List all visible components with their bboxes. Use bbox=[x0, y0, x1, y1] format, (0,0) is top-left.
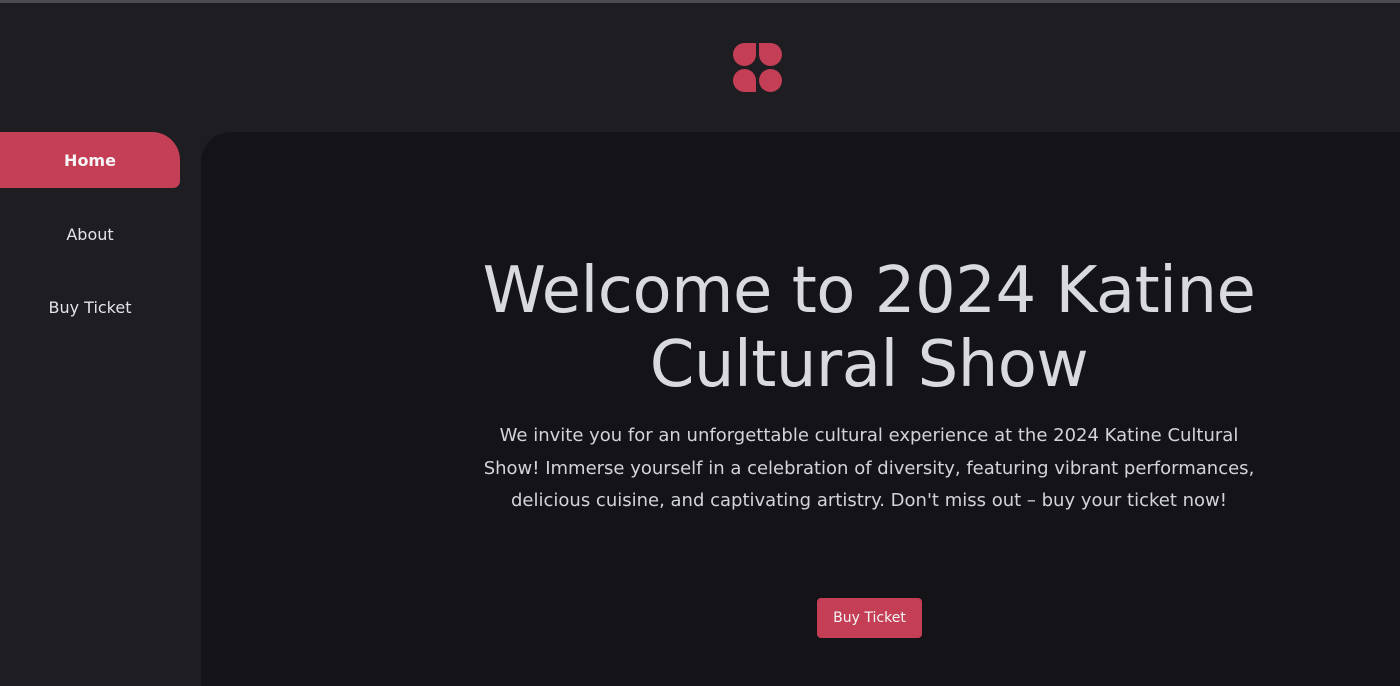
four-petal-logo-icon[interactable] bbox=[733, 43, 782, 92]
hero-description: We invite you for an unforgettable cultu… bbox=[483, 425, 1255, 511]
main-content: Welcome to 2024 Katine Cultural Show We … bbox=[201, 132, 1400, 686]
sidebar-item-home[interactable]: Home bbox=[0, 132, 180, 188]
buy-ticket-button[interactable]: Buy Ticket bbox=[817, 598, 922, 638]
hero-title: Welcome to 2024 Katine Cultural Show bbox=[482, 254, 1256, 402]
sidebar-item-about[interactable]: About bbox=[0, 206, 180, 262]
sidebar-item-label: Buy Ticket bbox=[48, 297, 132, 317]
sidebar-nav: Home About Buy Ticket bbox=[0, 132, 201, 686]
sidebar-item-label: About bbox=[66, 224, 114, 244]
sidebar-item-label: Home bbox=[64, 150, 116, 170]
sidebar-item-buy-ticket[interactable]: Buy Ticket bbox=[0, 279, 180, 335]
header bbox=[0, 3, 1400, 132]
